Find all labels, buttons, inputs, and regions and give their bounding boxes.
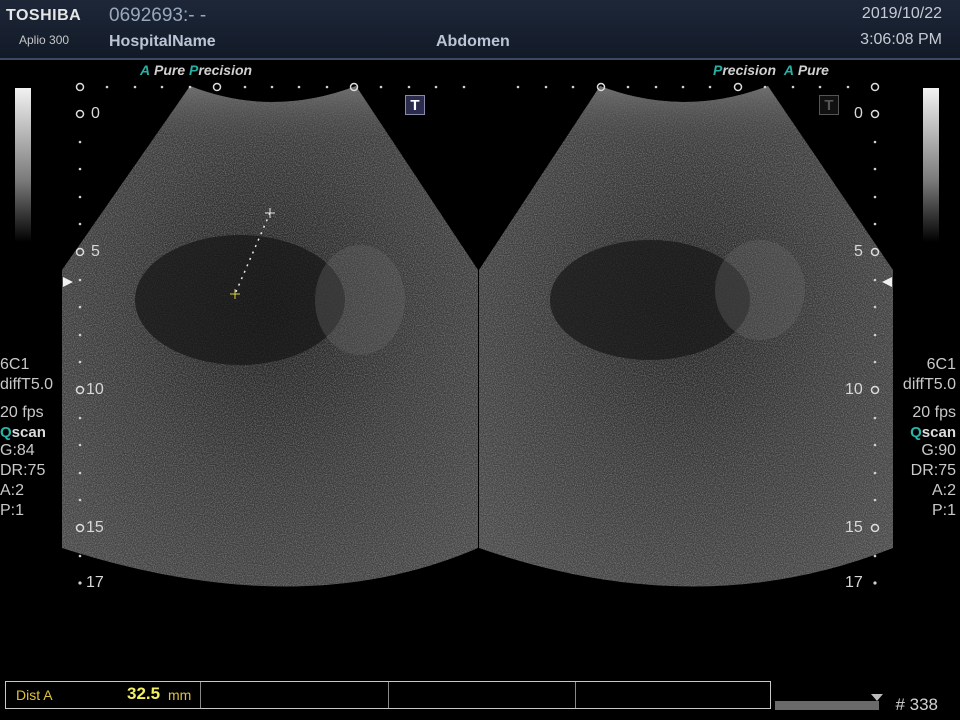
qscan-label: Qscan (0, 424, 46, 441)
ultrasound-sector-right (479, 86, 893, 587)
a-label: A:2 (0, 482, 25, 499)
params-panel-left: 6C1 diffT5.0 20 fps Qscan G:84 DR:75 A:2… (0, 355, 53, 521)
measurement-table: Dist A 32.5 mm (5, 681, 771, 709)
depth-label-right-15: 15 (845, 519, 863, 536)
qscan-label: Qscan (910, 424, 956, 441)
probe-label: 6C1 (0, 356, 30, 373)
ultrasound-sector-left (62, 86, 478, 587)
depth-label-right-10: 10 (845, 381, 863, 398)
p-label: P:1 (0, 502, 25, 519)
p-label: P:1 (931, 502, 956, 519)
cine-marker-icon[interactable] (871, 694, 883, 702)
fps-label: 20 fps (0, 404, 44, 421)
probe-label: 6C1 (926, 356, 956, 373)
depth-label-left-17: 17 (86, 574, 104, 591)
fps-label: 20 fps (912, 404, 956, 421)
ultrasound-image-area (62, 82, 893, 587)
depth-label-left-0: 0 (91, 105, 100, 122)
measurement-unit: mm (168, 687, 192, 703)
dynamic-range-label: DR:75 (0, 462, 46, 479)
measurement-cell-empty (389, 682, 576, 708)
depth-label-right-0: 0 (854, 105, 863, 122)
measurement-cell-empty (576, 682, 770, 708)
depth-label-left-5: 5 (91, 243, 100, 260)
measurement-cell-empty (201, 682, 389, 708)
frame-number: # 338 (895, 695, 938, 714)
depth-label-right-5: 5 (854, 243, 863, 260)
filter-label: diffT5.0 (902, 376, 956, 393)
measurement-cell-dist[interactable]: Dist A 32.5 mm (6, 682, 202, 708)
measurement-label: Dist A (16, 687, 53, 703)
depth-label-right-17: 17 (845, 574, 863, 591)
depth-label-left-10: 10 (86, 381, 104, 398)
depth-label-left-15: 15 (86, 519, 104, 536)
dynamic-range-label: DR:75 (910, 462, 956, 479)
measurement-value: 32.5 (127, 684, 161, 703)
params-panel-right: 6C1 diffT5.0 20 fps Qscan G:90 DR:75 A:2… (903, 355, 956, 521)
cine-progress-bar[interactable] (775, 701, 879, 710)
gain-label: G:84 (0, 442, 35, 459)
filter-label: diffT5.0 (0, 376, 54, 393)
a-label: A:2 (931, 482, 956, 499)
gain-label: G:90 (921, 442, 956, 459)
